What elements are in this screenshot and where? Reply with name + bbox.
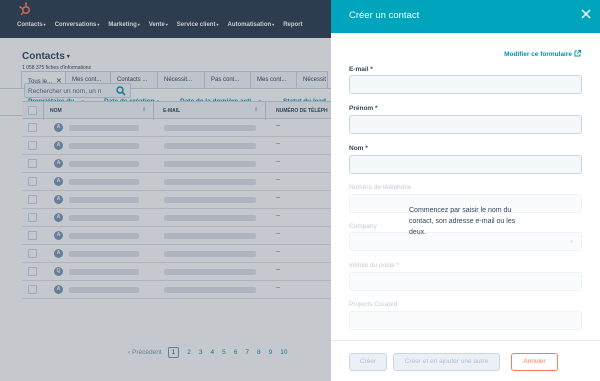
email-label: E-mail *: [349, 66, 373, 73]
onboarding-hint: Commencez par saisir le nom du contact, …: [409, 207, 516, 236]
firstname-field[interactable]: [349, 115, 582, 134]
email-field[interactable]: [349, 75, 582, 94]
projects-label: Projects Created: [349, 301, 398, 308]
phone-label: Numéro de téléphone: [349, 184, 412, 191]
company-label: Company: [349, 223, 377, 230]
panel-title: Créer un contact: [349, 10, 420, 21]
chevron-down-icon: ▾: [570, 239, 573, 245]
lastname-label: Nom *: [349, 145, 368, 152]
jobtitle-label: Intitulé du poste *: [349, 262, 400, 269]
panel-footer: Créer Créer et en ajouter une autre Annu…: [331, 340, 600, 381]
projects-field[interactable]: [349, 311, 582, 330]
firstname-label: Prénom *: [349, 105, 378, 112]
edit-form-link-label: Modifier ce formulaire: [504, 51, 572, 58]
jobtitle-field[interactable]: [349, 272, 582, 291]
cancel-button[interactable]: Annuler: [511, 353, 558, 371]
create-contact-panel: Créer un contact Modifier ce formulaire …: [331, 0, 600, 381]
create-button[interactable]: Créer: [349, 353, 387, 371]
close-icon[interactable]: [581, 9, 591, 19]
lastname-field[interactable]: [349, 155, 582, 174]
panel-header: Créer un contact: [331, 0, 600, 33]
edit-form-link[interactable]: Modifier ce formulaire: [504, 50, 581, 58]
external-link-icon: [574, 50, 581, 57]
create-and-add-another-button[interactable]: Créer et en ajouter une autre: [393, 353, 500, 371]
